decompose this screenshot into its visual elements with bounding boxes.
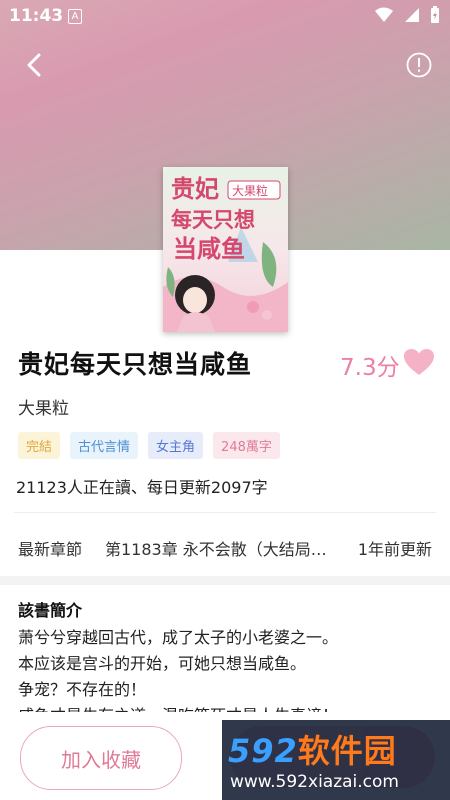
cover-title-line3: 当咸鱼: [173, 235, 245, 263]
readers-info: 21123人正在讀、每日更新2097字: [16, 478, 268, 497]
tag-list: 完結 古代言情 女主角 248萬字: [18, 432, 280, 459]
book-cover[interactable]: 贵妃 每天只想 当咸鱼 大果粒: [163, 167, 288, 332]
intro-heading: 該書簡介: [18, 601, 83, 620]
battery-icon: [431, 6, 439, 23]
tag-wordcount: 248萬字: [213, 432, 280, 459]
book-author[interactable]: 大果粒: [18, 394, 69, 419]
info-circle-icon: [406, 52, 432, 78]
intro-line: 本应该是宫斗的开始，可她只想当咸鱼。: [18, 654, 307, 673]
section-gap: [0, 576, 450, 585]
info-button[interactable]: [406, 52, 432, 78]
tag-genre[interactable]: 古代言情: [70, 432, 139, 459]
watermark-overlay: 592软件园 www.592xiazai.com: [222, 720, 450, 800]
back-button[interactable]: [20, 50, 50, 80]
notification-a-icon: A: [68, 9, 82, 24]
latest-label: 最新章節: [18, 540, 83, 559]
signal-icon: [405, 8, 419, 22]
wifi-icon: [375, 7, 393, 22]
tag-lead: 女主角: [148, 432, 204, 459]
heart-icon[interactable]: [403, 348, 435, 376]
cover-art: 贵妃 每天只想 当咸鱼 大果粒: [163, 175, 288, 332]
watermark-number: 592: [228, 732, 298, 770]
cover-title-line2: 每天只想: [171, 208, 255, 232]
watermark-url: www.592xiazai.com: [230, 772, 399, 792]
intro-line: 萧兮兮穿越回古代，成了太子的小老婆之一。: [18, 628, 339, 647]
book-score: 7.3分: [340, 355, 400, 381]
status-time: 11:43: [9, 6, 64, 26]
status-icons: [374, 6, 440, 24]
status-bar: 11:43 A: [0, 0, 450, 32]
book-title: 贵妃每天只想当咸鱼: [18, 350, 253, 379]
watermark-logo: 592软件园: [228, 726, 397, 772]
chevron-left-icon: [27, 53, 41, 77]
latest-chapter-title: 第1183章 永不会散（大结局…: [105, 540, 327, 559]
cover-author-badge: 大果粒: [232, 183, 268, 198]
latest-update-time: 1年前更新: [357, 540, 432, 559]
divider: [14, 512, 436, 513]
add-to-favorites-button[interactable]: 加入收藏: [20, 726, 182, 790]
intro-line: 争宠？不存在的！: [18, 680, 147, 699]
watermark-name: 软件园: [297, 732, 397, 770]
cover-title-line1: 贵妃: [171, 175, 219, 203]
tag-status: 完結: [18, 432, 61, 459]
latest-chapter-row[interactable]: 最新章節 第1183章 永不会散（大结局… 1年前更新: [0, 528, 450, 568]
